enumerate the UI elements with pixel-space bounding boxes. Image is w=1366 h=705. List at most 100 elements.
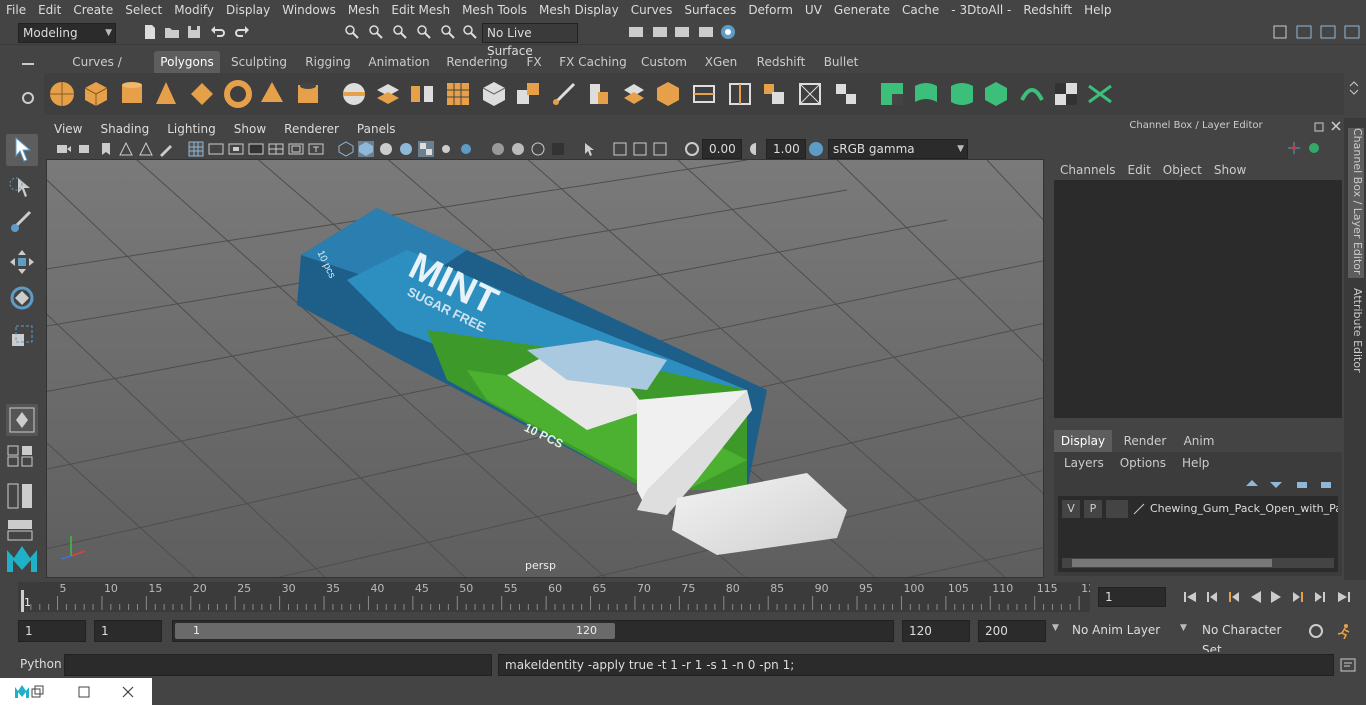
- manipulator-icon[interactable]: [1286, 140, 1302, 156]
- camera-select-icon[interactable]: [56, 141, 72, 157]
- go-to-start-icon[interactable]: [1182, 589, 1198, 605]
- save-scene-icon[interactable]: [186, 24, 202, 40]
- wireframe-icon[interactable]: [338, 141, 354, 157]
- speed-icon[interactable]: [1306, 140, 1322, 156]
- wireframe-on-shaded-icon[interactable]: [398, 141, 414, 157]
- menu-uv[interactable]: UV: [799, 3, 828, 17]
- auto-key-icon[interactable]: [1308, 623, 1324, 639]
- animation-end-field[interactable]: 200: [978, 620, 1046, 642]
- grid-toggle-icon[interactable]: [188, 141, 204, 157]
- poly-sphere-icon[interactable]: [48, 80, 76, 108]
- bridge-icon[interactable]: [620, 80, 648, 108]
- undo-icon[interactable]: [210, 24, 226, 40]
- shelf-tab-polygons[interactable]: Polygons: [154, 51, 220, 73]
- play-backward-icon[interactable]: [1248, 589, 1264, 605]
- gamma-icon[interactable]: [748, 141, 764, 157]
- command-language-label[interactable]: Python: [20, 657, 62, 671]
- reduce-icon[interactable]: [480, 80, 508, 108]
- poly-torus-icon[interactable]: [224, 80, 252, 108]
- ipr-render-icon[interactable]: [674, 24, 690, 40]
- close-panel-icon[interactable]: [1330, 120, 1342, 132]
- viewport-menu-renderer[interactable]: Renderer: [276, 122, 349, 136]
- character-set-chevron-icon[interactable]: ▼: [1180, 623, 1187, 633]
- last-tool[interactable]: [6, 404, 38, 436]
- depth-of-field-icon[interactable]: [550, 141, 566, 157]
- select-hierarchy-icon[interactable]: [344, 24, 360, 40]
- bounding-box-icon[interactable]: [690, 80, 718, 108]
- snap-grid-icon[interactable]: [368, 24, 384, 40]
- rotate-tool[interactable]: [6, 282, 38, 314]
- float-panel-icon[interactable]: [1314, 120, 1326, 132]
- shelf-tab-custom[interactable]: Custom: [640, 51, 688, 73]
- layer-tab-display[interactable]: Display: [1054, 430, 1112, 452]
- exposure-field[interactable]: 0.00: [702, 139, 742, 159]
- shelf-tab-animation[interactable]: Animation: [366, 51, 432, 73]
- step-forward-icon[interactable]: [1312, 589, 1328, 605]
- layer-color-icon[interactable]: [1132, 502, 1146, 516]
- safe-title-icon[interactable]: [308, 141, 324, 157]
- gamma-field[interactable]: 1.00: [766, 139, 806, 159]
- ambient-occlusion-icon[interactable]: [490, 141, 506, 157]
- layer-scrollbar-thumb[interactable]: [1072, 559, 1272, 567]
- shelf-tab-rendering[interactable]: Rendering: [444, 51, 510, 73]
- range-slider-track[interactable]: 1 120: [172, 620, 894, 642]
- 2d-pan-zoom-icon[interactable]: [138, 141, 154, 157]
- layer-display-type[interactable]: [1106, 500, 1128, 518]
- channel-list[interactable]: [1054, 180, 1342, 418]
- menu-help[interactable]: Help: [1078, 3, 1117, 17]
- layout-outliner-icon[interactable]: [6, 482, 38, 510]
- step-back-icon[interactable]: [1204, 589, 1220, 605]
- poly-cone-icon[interactable]: [152, 80, 180, 108]
- new-layer-selected-icon[interactable]: [1318, 476, 1334, 492]
- character-set-field[interactable]: No Character Set: [1196, 620, 1300, 657]
- default-material-icon[interactable]: [378, 141, 394, 157]
- playback-end-field[interactable]: 120: [902, 620, 970, 642]
- layout-persp-graph-icon[interactable]: [6, 518, 38, 542]
- move-layer-down-icon[interactable]: [1268, 476, 1284, 492]
- shelf-tab-fx-caching[interactable]: FX Caching: [558, 51, 628, 73]
- attribute-editor-toggle-icon[interactable]: [1296, 24, 1312, 40]
- channel-menu-object[interactable]: Object: [1163, 163, 1214, 177]
- move-layer-up-icon[interactable]: [1244, 476, 1260, 492]
- script-editor-icon[interactable]: [1340, 657, 1356, 673]
- channel-menu-channels[interactable]: Channels: [1048, 163, 1128, 177]
- side-tab-channel-box[interactable]: Channel Box / Layer Editor: [1348, 128, 1364, 278]
- shelf-tab-rigging[interactable]: Rigging: [302, 51, 354, 73]
- go-to-end-icon[interactable]: [1336, 589, 1352, 605]
- restore-window-icon[interactable]: [30, 684, 46, 700]
- shelf-menu-icon[interactable]: [20, 56, 36, 72]
- image-plane-icon[interactable]: [118, 141, 134, 157]
- menu-deform[interactable]: Deform: [742, 3, 799, 17]
- uv-editor-icon[interactable]: [1086, 80, 1114, 108]
- move-tool[interactable]: [6, 246, 38, 278]
- shadows-icon[interactable]: [458, 141, 474, 157]
- bookmark-icon[interactable]: [98, 141, 114, 157]
- layer-menu-layers[interactable]: Layers: [1064, 456, 1104, 470]
- layer-tab-render[interactable]: Render: [1116, 430, 1174, 452]
- lasso-tool[interactable]: [6, 172, 38, 204]
- layer-playback-toggle[interactable]: P: [1084, 500, 1102, 518]
- grease-pencil-icon[interactable]: [158, 141, 174, 157]
- xray-icon[interactable]: [612, 141, 628, 157]
- new-layer-icon[interactable]: [1294, 476, 1310, 492]
- menu-modify[interactable]: Modify: [168, 3, 220, 17]
- open-scene-icon[interactable]: [164, 24, 180, 40]
- anim-layer-field[interactable]: No Anim Layer: [1066, 620, 1176, 642]
- target-weld-icon[interactable]: [796, 80, 824, 108]
- snap-point-icon[interactable]: [416, 24, 432, 40]
- layer-scrollbar[interactable]: [1062, 558, 1334, 568]
- render-settings-icon[interactable]: [628, 24, 644, 40]
- redo-icon[interactable]: [234, 24, 250, 40]
- tool-settings-toggle-icon[interactable]: [1320, 24, 1336, 40]
- menu-redshift[interactable]: Redshift: [1017, 3, 1078, 17]
- scale-tool[interactable]: [6, 320, 38, 352]
- menu-create[interactable]: Create: [67, 3, 119, 17]
- smooth-shade-icon[interactable]: [358, 141, 374, 157]
- uv-spherical-icon[interactable]: [948, 80, 976, 108]
- layer-name[interactable]: Chewing_Gum_Pack_Open_with_Pad: [1150, 500, 1338, 518]
- channel-menu-edit[interactable]: Edit: [1128, 163, 1163, 177]
- insert-edge-loop-icon[interactable]: [726, 80, 754, 108]
- step-back-key-icon[interactable]: [1226, 589, 1242, 605]
- mode-dropdown[interactable]: Modeling ▼: [18, 23, 116, 43]
- xray-components-icon[interactable]: [652, 141, 668, 157]
